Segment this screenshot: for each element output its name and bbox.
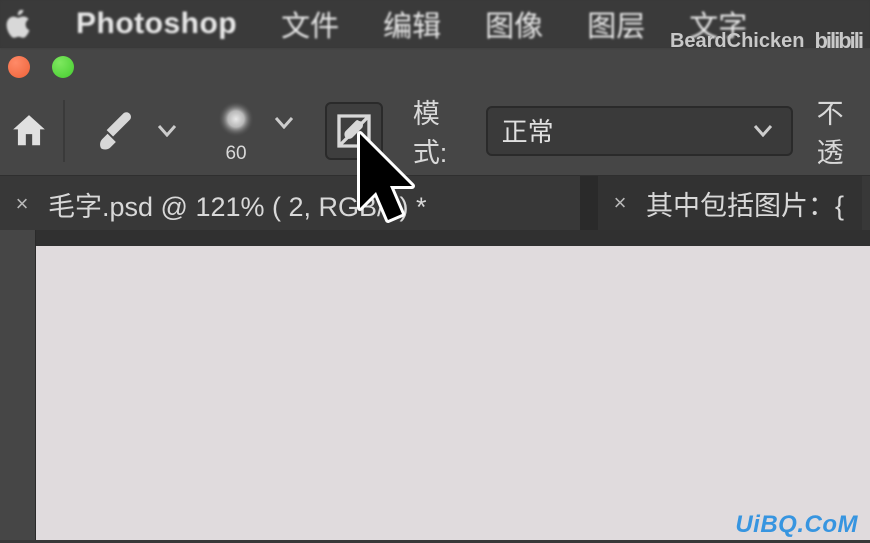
watermark-top-right: BeardChicken bilibili	[670, 28, 862, 54]
brush-preset-chevron-icon[interactable]	[270, 109, 298, 137]
brush-preset-picker[interactable]: 60	[208, 97, 263, 165]
menu-file[interactable]: 文件	[281, 3, 339, 45]
tab-close-icon[interactable]: ×	[608, 190, 632, 216]
apple-icon[interactable]	[4, 10, 32, 38]
blend-mode-label: 模式:	[413, 92, 474, 170]
tab-close-icon[interactable]: ×	[10, 191, 34, 217]
workspace	[0, 230, 870, 540]
menu-image[interactable]: 图像	[485, 3, 543, 45]
opacity-label: 不透	[817, 92, 870, 170]
brush-tool-icon[interactable]	[81, 98, 146, 164]
divider	[63, 100, 65, 162]
blend-mode-dropdown[interactable]: 正常	[486, 106, 793, 156]
document-tabs: × 毛字.psd @ 121% ( 2, RGB/8) * × 其中包括图片：{	[0, 176, 870, 230]
blend-mode-value: 正常	[502, 112, 554, 149]
tab-title: 毛字.psd @ 121% ( 2, RGB/8) *	[48, 185, 427, 224]
tool-chevron-icon[interactable]	[153, 117, 181, 145]
home-button[interactable]	[2, 107, 55, 155]
canvas-area	[36, 230, 870, 540]
options-bar: 60 模式: 正常 不透	[0, 86, 870, 176]
app-title: Photoshop	[76, 7, 237, 41]
document-tab-active[interactable]: × 毛字.psd @ 121% ( 2, RGB/8) *	[0, 176, 580, 230]
window-close-button[interactable]	[8, 56, 30, 78]
chevron-down-icon	[749, 117, 777, 145]
window-maximize-button[interactable]	[52, 56, 74, 78]
bilibili-logo-icon: bilibili	[814, 28, 862, 54]
soft-brush-dab-icon	[214, 97, 258, 141]
brush-size-value: 60	[225, 143, 246, 165]
watermark-bottom-right: UiBQ.CoM	[735, 511, 858, 539]
document-tab-inactive[interactable]: × 其中包括图片：{	[598, 176, 862, 230]
tools-panel[interactable]	[0, 230, 36, 540]
canvas[interactable]	[36, 246, 870, 540]
tab-separator	[580, 176, 598, 230]
tab-title: 其中包括图片：{	[646, 184, 844, 223]
menu-edit[interactable]: 编辑	[383, 3, 441, 45]
brush-settings-button[interactable]	[325, 102, 382, 160]
watermark-author: BeardChicken	[670, 30, 805, 53]
menu-layer[interactable]: 图层	[587, 3, 645, 45]
